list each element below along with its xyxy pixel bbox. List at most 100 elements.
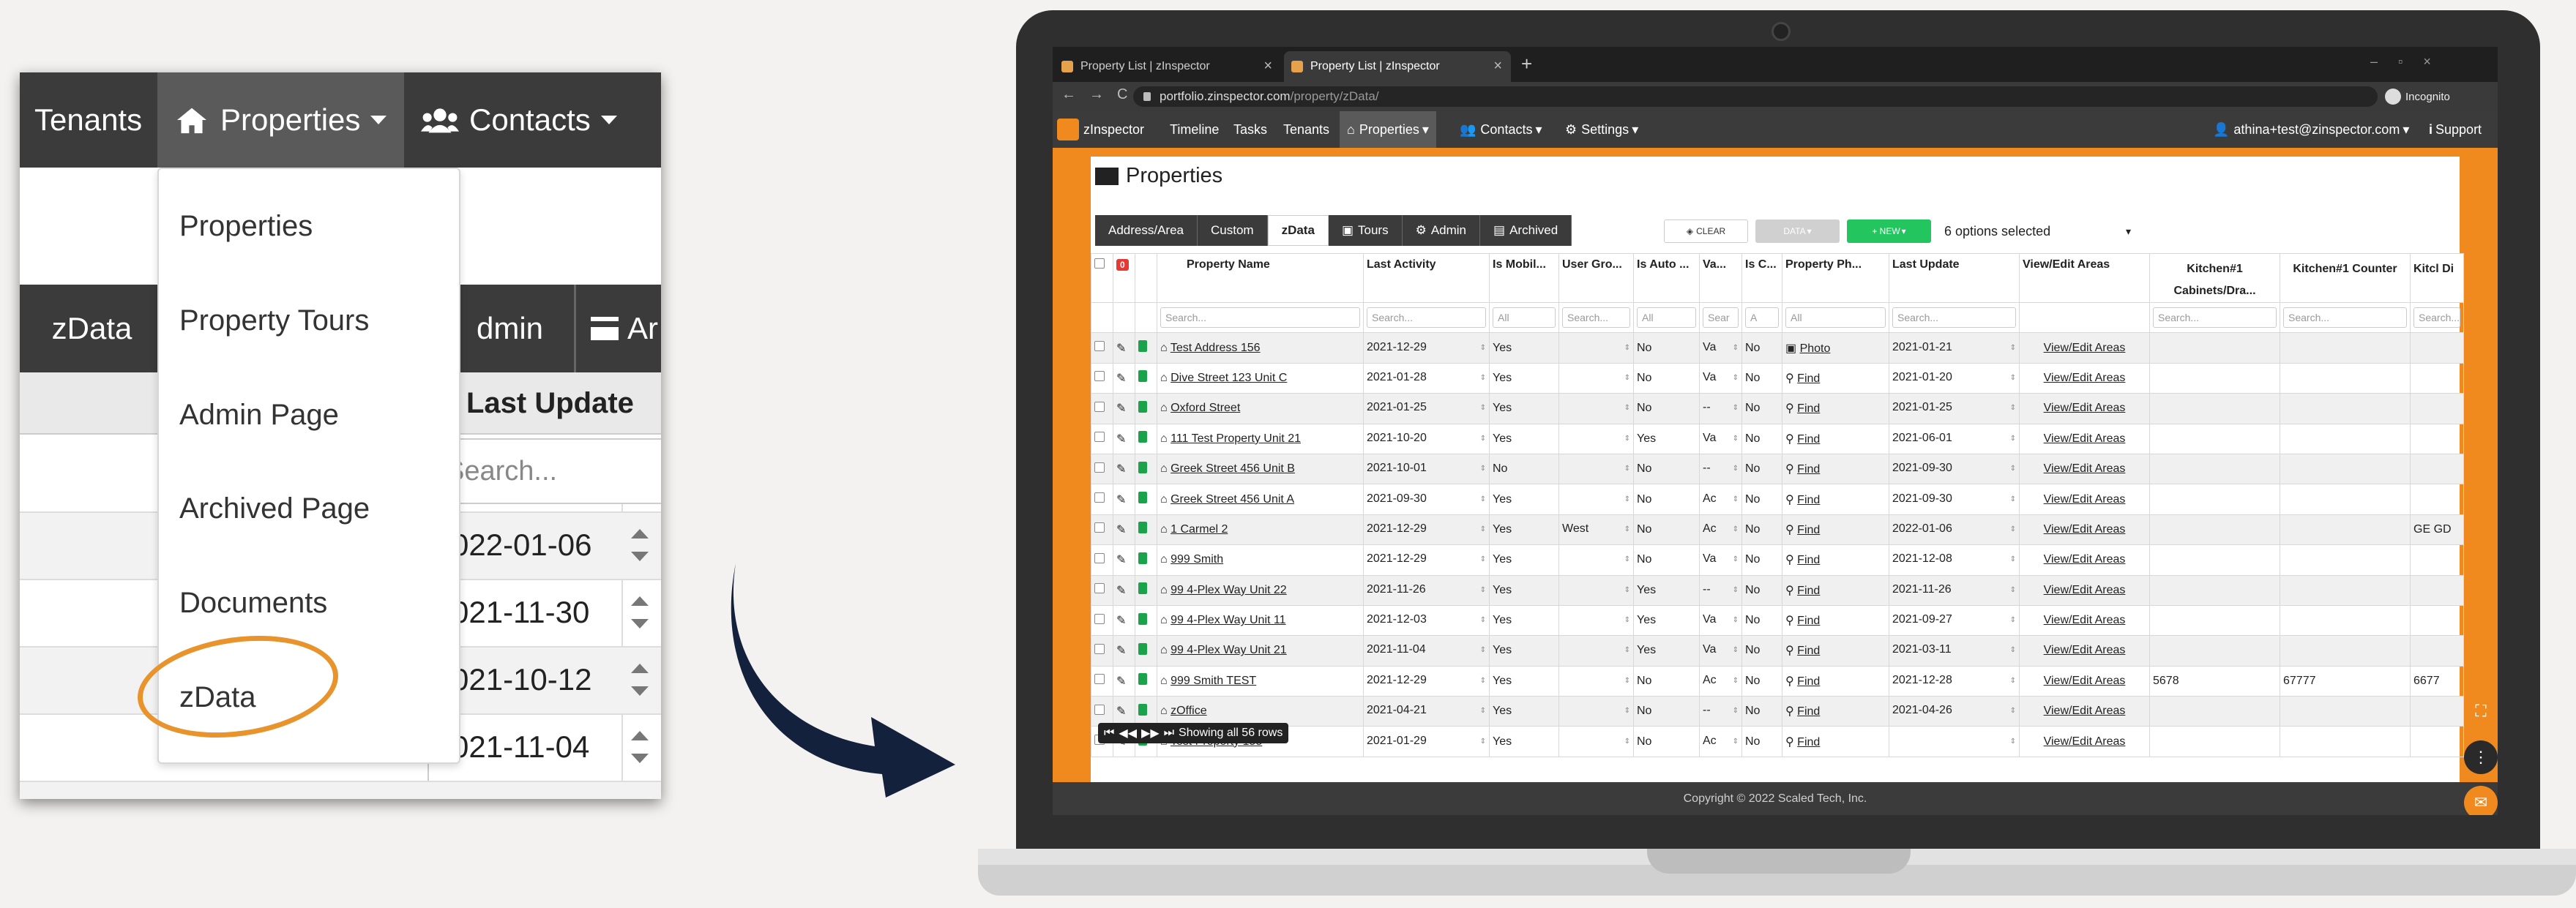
user-group-cell[interactable]: ⇕ <box>1558 484 1634 515</box>
document-icon[interactable] <box>1138 522 1147 534</box>
filter-search-input[interactable]: Search... <box>2413 307 2461 329</box>
menu-item-admin-page[interactable]: Admin Page <box>179 393 339 437</box>
edit-cell[interactable]: ✎ <box>1113 393 1135 424</box>
is-auto-cell[interactable]: No <box>1633 544 1700 576</box>
expand-icon[interactable]: ⛶ <box>2464 694 2498 728</box>
last-activity-cell[interactable]: 2021-11-04 ⇕ <box>1363 635 1490 667</box>
row-checkbox-cell[interactable] <box>1091 362 1113 394</box>
pencil-icon[interactable]: ✎ <box>1116 524 1126 536</box>
row-checkbox-cell[interactable] <box>1091 544 1113 576</box>
user-group-cell[interactable]: ⇕ <box>1558 726 1634 757</box>
kitchen-cabinets-cell[interactable] <box>2149 635 2280 667</box>
document-icon[interactable] <box>1138 703 1147 716</box>
row-checkbox-cell[interactable] <box>1091 484 1113 515</box>
tab-custom[interactable]: Custom <box>1198 215 1268 246</box>
kitchen-di-cell[interactable] <box>2409 423 2465 454</box>
photo-link[interactable]: Find <box>1797 705 1820 718</box>
spinner-icon[interactable]: ⇕ <box>1733 643 1739 658</box>
last-update-cell[interactable]: 2021-11-26 ⇕ <box>1889 574 2020 606</box>
edit-cell[interactable]: ✎ <box>1113 635 1135 667</box>
spinner-icon[interactable]: ⇕ <box>1624 735 1630 749</box>
property-link[interactable]: 999 Smith <box>1171 553 1223 566</box>
document-icon[interactable] <box>1138 673 1147 686</box>
va-cell[interactable]: Va ⇕ <box>1699 604 1742 637</box>
is-auto-cell[interactable]: Yes <box>1633 574 1700 606</box>
is-c-cell[interactable]: No <box>1741 665 1782 697</box>
kitchen-counter-cell[interactable] <box>2280 423 2411 454</box>
spinner-icon[interactable]: ⇕ <box>2010 371 2016 386</box>
user-group-cell[interactable]: West ⇕ <box>1558 514 1634 546</box>
view-edit-areas-link[interactable]: View/Edit Areas <box>2044 342 2126 354</box>
window-controls-icon[interactable]: –▫× <box>2370 54 2452 70</box>
is-auto-cell[interactable]: No <box>1633 453 1700 485</box>
document-icon[interactable] <box>1138 642 1147 655</box>
property-photo-cell[interactable]: ⚲ Find <box>1782 544 1889 576</box>
spinner-icon[interactable] <box>629 713 651 781</box>
kitchen-cabinets-cell[interactable] <box>2149 393 2280 424</box>
tab-admin[interactable]: ⚙ Admin <box>1402 215 1481 246</box>
nav-properties-dropdown[interactable]: ⌂ Properties ▾ <box>1340 111 1436 148</box>
view-edit-cell[interactable]: View/Edit Areas <box>2019 635 2150 667</box>
user-group-cell[interactable]: ⇕ <box>1558 696 1634 727</box>
edit-cell[interactable]: ✎ <box>1113 696 1135 727</box>
last-update-cell[interactable]: 2021-01-25 ⇕ <box>1889 393 2020 424</box>
property-photo-cell[interactable]: ⚲ Find <box>1782 393 1889 424</box>
property-link[interactable]: 99 4-Plex Way Unit 22 <box>1171 584 1287 596</box>
is-mobile-cell[interactable]: Yes <box>1489 696 1559 727</box>
is-mobile-cell[interactable]: Yes <box>1489 544 1559 576</box>
kitchen-counter-cell[interactable] <box>2280 726 2411 757</box>
view-edit-cell[interactable]: View/Edit Areas <box>2019 362 2150 394</box>
checkbox[interactable] <box>1094 704 1105 715</box>
spinner-icon[interactable]: ⇕ <box>1624 522 1630 537</box>
row-checkbox-cell[interactable] <box>1091 514 1113 546</box>
kitchen-cabinets-cell[interactable] <box>2149 604 2280 637</box>
va-cell[interactable]: Ac ⇕ <box>1699 514 1742 546</box>
spinner-icon[interactable]: ⇕ <box>1480 492 1486 507</box>
document-icon[interactable] <box>1138 612 1147 625</box>
edit-cell[interactable]: ✎ <box>1113 574 1135 606</box>
view-edit-cell[interactable]: View/Edit Areas <box>2019 393 2150 424</box>
view-edit-cell[interactable]: View/Edit Areas <box>2019 484 2150 515</box>
header-property-name[interactable]: Property Name <box>1157 253 1364 303</box>
kitchen-cabinets-cell[interactable] <box>2149 484 2280 515</box>
checkbox[interactable] <box>1094 401 1105 412</box>
is-mobile-cell[interactable]: Yes <box>1489 726 1559 757</box>
kitchen-counter-cell[interactable] <box>2280 453 2411 485</box>
is-c-cell[interactable]: No <box>1741 574 1782 606</box>
filter-select[interactable]: All <box>1785 307 1886 329</box>
property-name-cell[interactable]: ⌂ 99 4-Plex Way Unit 21 <box>1157 635 1364 667</box>
photo-link[interactable]: Find <box>1797 736 1820 748</box>
close-tab-icon[interactable]: × <box>1263 58 1272 75</box>
checkbox[interactable] <box>1094 341 1105 352</box>
is-c-cell[interactable]: No <box>1741 423 1782 454</box>
is-mobile-cell[interactable]: No <box>1489 453 1559 485</box>
last-activity-cell[interactable]: 2021-01-29 ⇕ <box>1363 726 1490 757</box>
checkbox[interactable] <box>1094 613 1105 624</box>
docs-cell[interactable] <box>1135 665 1157 697</box>
property-name-cell[interactable]: ⌂ 999 Smith TEST <box>1157 665 1364 697</box>
docs-cell[interactable] <box>1135 635 1157 667</box>
spinner-icon[interactable]: ⇕ <box>1624 704 1630 718</box>
view-edit-areas-link[interactable]: View/Edit Areas <box>2044 402 2126 414</box>
spinner-icon[interactable]: ⇕ <box>2010 613 2016 628</box>
kitchen-cabinets-cell[interactable] <box>2149 453 2280 485</box>
mail-icon[interactable]: ✉ <box>2464 786 2498 815</box>
property-name-cell[interactable]: ⌂ 111 Test Property Unit 21 <box>1157 423 1364 454</box>
property-photo-cell[interactable]: ⚲ Find <box>1782 726 1889 757</box>
kitchen-cabinets-cell[interactable] <box>2149 726 2280 757</box>
spinner-icon[interactable]: ⇕ <box>1733 371 1739 386</box>
property-link[interactable]: 99 4-Plex Way Unit 11 <box>1171 614 1285 626</box>
view-edit-cell[interactable]: View/Edit Areas <box>2019 423 2150 454</box>
clear-button[interactable]: ◈ CLEAR <box>1664 220 1748 243</box>
photo-link[interactable]: Find <box>1797 645 1820 657</box>
user-group-cell[interactable]: ⇕ <box>1558 604 1634 637</box>
view-edit-areas-link[interactable]: View/Edit Areas <box>2044 553 2126 566</box>
spinner-icon[interactable]: ⇕ <box>2010 432 2016 446</box>
is-mobile-cell[interactable]: Yes <box>1489 604 1559 637</box>
spinner-icon[interactable]: ⇕ <box>1733 522 1739 537</box>
docs-cell[interactable] <box>1135 393 1157 424</box>
spinner-icon[interactable]: ⇕ <box>1480 371 1486 386</box>
last-activity-cell[interactable]: 2021-10-01 ⇕ <box>1363 453 1490 485</box>
view-edit-areas-link[interactable]: View/Edit Areas <box>2044 614 2126 626</box>
is-mobile-cell[interactable]: Yes <box>1489 423 1559 454</box>
